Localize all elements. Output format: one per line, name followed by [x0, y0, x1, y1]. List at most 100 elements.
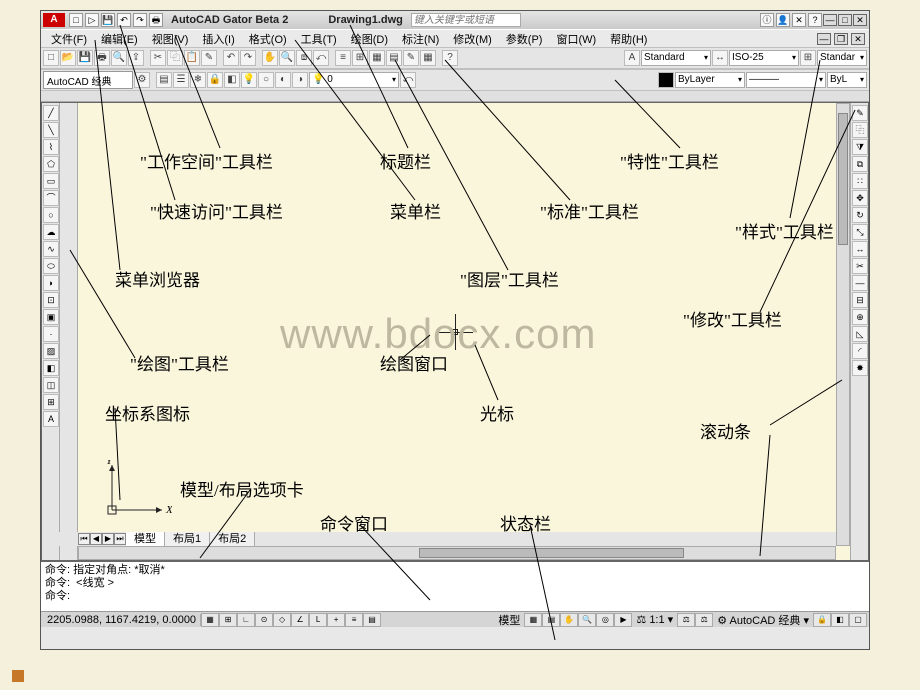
- workspace-dropdown[interactable]: AutoCAD 经典: [43, 71, 133, 89]
- layer-iso-icon[interactable]: ◐: [275, 72, 291, 88]
- undo-icon[interactable]: ↶: [117, 13, 131, 27]
- paste-icon[interactable]: 📋: [184, 50, 200, 66]
- open-icon[interactable]: ▷: [85, 13, 99, 27]
- layer-freeze-icon[interactable]: ❄: [190, 72, 206, 88]
- save-file-icon[interactable]: 💾: [77, 50, 93, 66]
- tab-prev-icon[interactable]: ◀: [90, 533, 102, 545]
- close-button[interactable]: ✕: [853, 14, 867, 26]
- clean-screen-icon[interactable]: ▢: [849, 613, 867, 627]
- layer-props-icon[interactable]: ▤: [156, 72, 172, 88]
- fillet-icon[interactable]: ◜: [852, 343, 868, 359]
- properties-icon[interactable]: ≡: [335, 50, 351, 66]
- grid-icon[interactable]: ⊞: [219, 613, 237, 627]
- calc-icon[interactable]: ▦: [420, 50, 436, 66]
- dyn-icon[interactable]: +: [327, 613, 345, 627]
- table-style-icon[interactable]: ⊞: [800, 50, 816, 66]
- layer-off-icon[interactable]: ○: [258, 72, 274, 88]
- redo-icon[interactable]: ↷: [240, 50, 256, 66]
- rotate-icon[interactable]: ↻: [852, 207, 868, 223]
- pline-icon[interactable]: ⌇: [43, 139, 59, 155]
- layer-uniso-icon[interactable]: ◑: [292, 72, 308, 88]
- otrack-icon[interactable]: ∠: [291, 613, 309, 627]
- stretch-icon[interactable]: ↔: [852, 241, 868, 257]
- doc-minimize-button[interactable]: —: [817, 33, 831, 45]
- menu-edit[interactable]: 编辑(E): [95, 31, 144, 47]
- ws-settings-icon[interactable]: ⚙: [134, 72, 150, 88]
- erase-icon[interactable]: ✎: [852, 105, 868, 121]
- sign-in-icon[interactable]: 👤: [776, 13, 790, 27]
- color-swatch-icon[interactable]: [658, 72, 674, 88]
- new-file-icon[interactable]: □: [43, 50, 59, 66]
- move-icon[interactable]: ✥: [852, 190, 868, 206]
- help-btn-icon[interactable]: ?: [442, 50, 458, 66]
- scale-icon[interactable]: ⤡: [852, 224, 868, 240]
- text-style-icon[interactable]: A: [624, 50, 640, 66]
- offset-icon[interactable]: ⧉: [852, 156, 868, 172]
- color-dropdown[interactable]: ByLayer: [675, 72, 745, 88]
- revcloud-icon[interactable]: ☁: [43, 224, 59, 240]
- table-style-dropdown[interactable]: Standar: [817, 50, 867, 66]
- command-prompt[interactable]: 命令:: [45, 590, 865, 603]
- minimize-button[interactable]: —: [823, 14, 837, 26]
- break-icon[interactable]: ⊟: [852, 292, 868, 308]
- tool-pal-icon[interactable]: ▦: [369, 50, 385, 66]
- tab-last-icon[interactable]: ⏭: [114, 533, 126, 545]
- layer-lock-icon[interactable]: 🔒: [207, 72, 223, 88]
- osnap-icon[interactable]: ◇: [273, 613, 291, 627]
- undo-icon[interactable]: ↶: [223, 50, 239, 66]
- anno-scale[interactable]: ⚖ 1:1 ▾: [632, 613, 677, 626]
- scroll-thumb[interactable]: [838, 113, 848, 245]
- match-icon[interactable]: ✎: [201, 50, 217, 66]
- circle-icon[interactable]: ○: [43, 207, 59, 223]
- menu-dim[interactable]: 标注(N): [396, 31, 445, 47]
- search-input[interactable]: [411, 13, 521, 27]
- command-window[interactable]: 命令: 指定对角点: *取消* 命令: <线宽 > 命令:: [41, 561, 869, 611]
- tab-layout1[interactable]: 布局1: [165, 532, 210, 546]
- copy-obj-icon[interactable]: ⿻: [852, 122, 868, 138]
- status-workspace[interactable]: ⚙ AutoCAD 经典 ▾: [713, 612, 813, 628]
- menu-draw[interactable]: 绘图(D): [345, 31, 394, 47]
- markup-icon[interactable]: ✎: [403, 50, 419, 66]
- status-model[interactable]: 模型: [494, 612, 524, 628]
- zoom-win-icon[interactable]: ⧈: [296, 50, 312, 66]
- publish-icon[interactable]: ⇪: [128, 50, 144, 66]
- zoom-rt-icon[interactable]: 🔍: [279, 50, 295, 66]
- exchange-icon[interactable]: ✕: [792, 13, 806, 27]
- layer-prev-icon[interactable]: ⤺: [400, 72, 416, 88]
- layer-dropdown[interactable]: 💡 0: [309, 72, 399, 88]
- cut-icon[interactable]: ✂: [150, 50, 166, 66]
- linetype-dropdown[interactable]: ———: [746, 72, 826, 88]
- menu-tools[interactable]: 工具(T): [295, 31, 343, 47]
- trim-icon[interactable]: ✂: [852, 258, 868, 274]
- tab-layout2[interactable]: 布局2: [210, 532, 255, 546]
- quickview2-icon[interactable]: ▤: [542, 613, 560, 627]
- anno-vis-icon[interactable]: ⚖: [677, 613, 695, 627]
- join-icon[interactable]: ⊕: [852, 309, 868, 325]
- ducs-icon[interactable]: L: [309, 613, 327, 627]
- menu-help[interactable]: 帮助(H): [604, 31, 653, 47]
- open-file-icon[interactable]: 📂: [60, 50, 76, 66]
- arc-icon[interactable]: ⌒: [43, 190, 59, 206]
- vertical-scrollbar[interactable]: [836, 103, 850, 546]
- table-icon[interactable]: ⊞: [43, 394, 59, 410]
- xline-icon[interactable]: ╲: [43, 122, 59, 138]
- dim-style-dropdown[interactable]: ISO-25: [729, 50, 799, 66]
- save-icon[interactable]: 💾: [101, 13, 115, 27]
- tab-next-icon[interactable]: ▶: [102, 533, 114, 545]
- menu-modify[interactable]: 修改(M): [447, 31, 498, 47]
- array-icon[interactable]: ∷: [852, 173, 868, 189]
- zoom-prev-icon[interactable]: ⤺: [313, 50, 329, 66]
- wheel-icon[interactable]: ◎: [596, 613, 614, 627]
- copy-icon[interactable]: ⿻: [167, 50, 183, 66]
- lineweight-dropdown[interactable]: ByL: [827, 72, 867, 88]
- snap-mode-icon[interactable]: ▦: [201, 613, 219, 627]
- dim-style-icon[interactable]: ↔: [712, 50, 728, 66]
- menu-window[interactable]: 窗口(W): [550, 31, 602, 47]
- insert-block-icon[interactable]: ⊡: [43, 292, 59, 308]
- menu-file[interactable]: 文件(F): [45, 31, 93, 47]
- line-icon[interactable]: ╱: [43, 105, 59, 121]
- extend-icon[interactable]: —: [852, 275, 868, 291]
- make-block-icon[interactable]: ▣: [43, 309, 59, 325]
- redo-icon[interactable]: ↷: [133, 13, 147, 27]
- ellipse-icon[interactable]: ⬭: [43, 258, 59, 274]
